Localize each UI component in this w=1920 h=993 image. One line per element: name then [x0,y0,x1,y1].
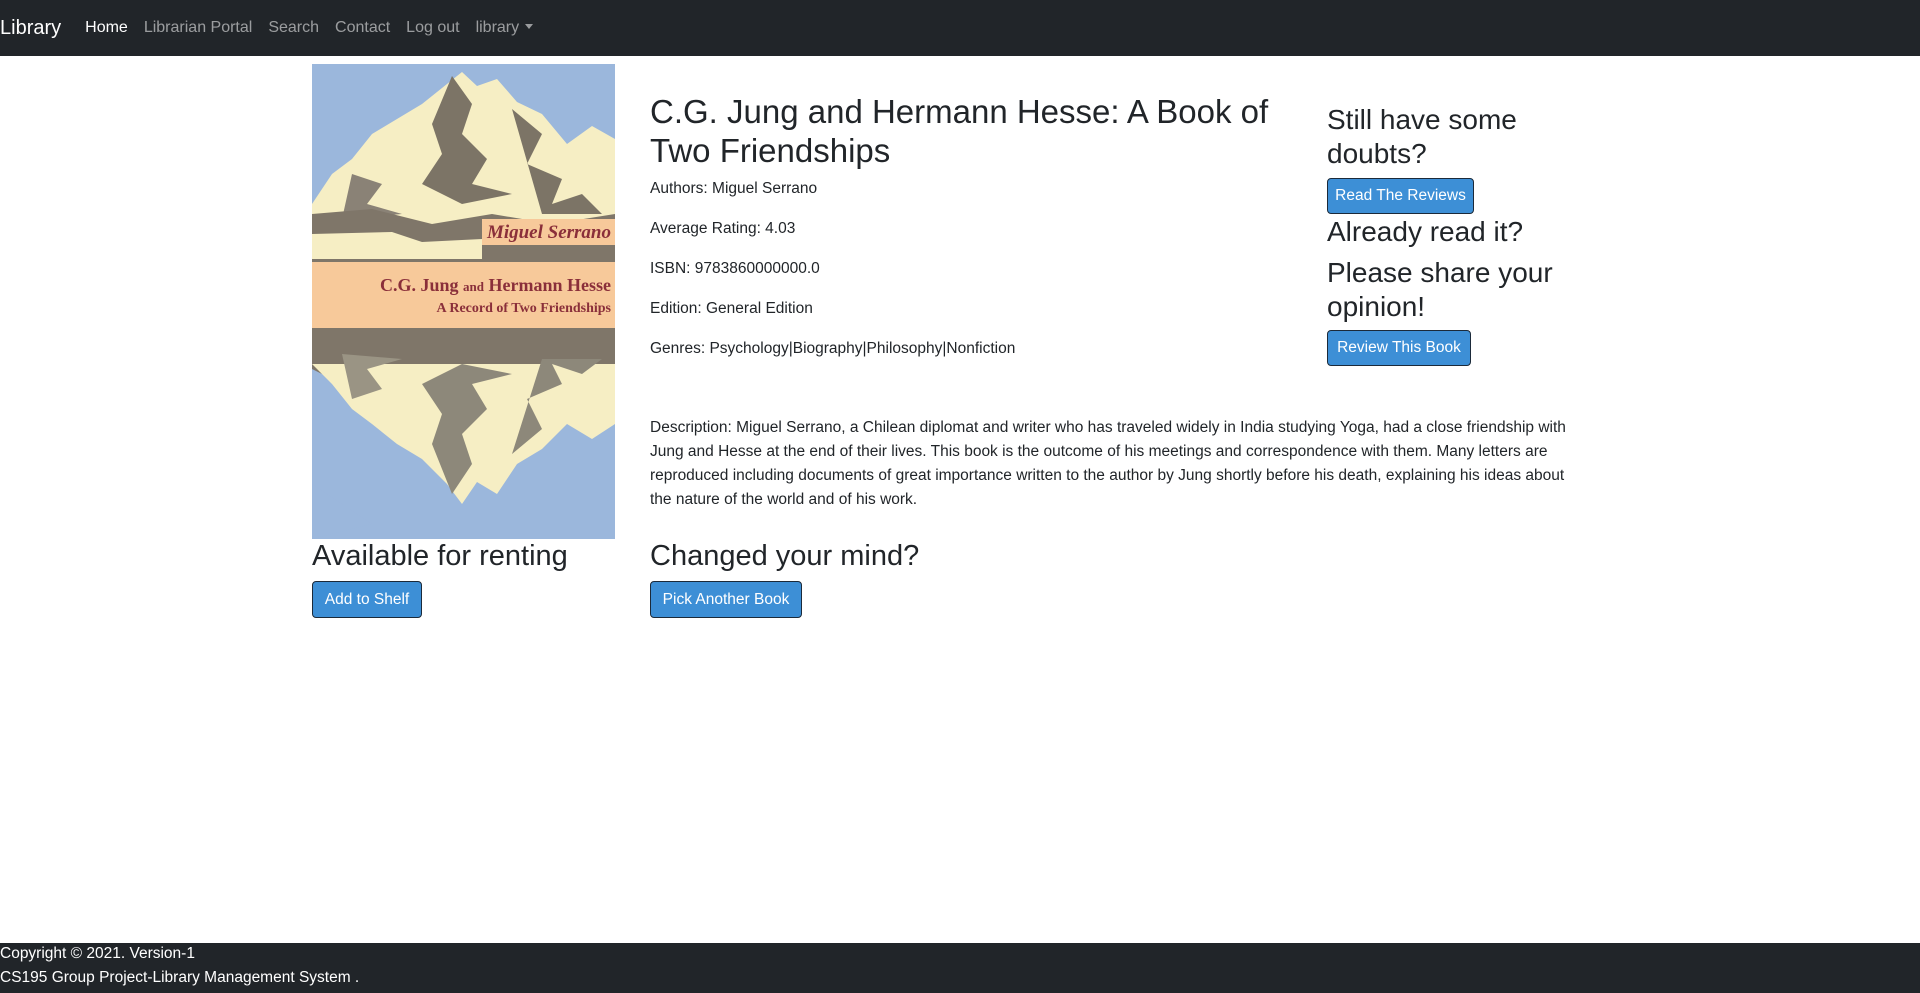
already-read-heading: Already read it? [1327,216,1524,247]
share-opinion-heading: Please share your opinion! [1327,257,1553,322]
nav-search[interactable]: Search [268,19,319,37]
review-book-button[interactable]: Review This Book [1327,330,1471,366]
nav-logout[interactable]: Log out [406,19,459,37]
nav-library-dropdown[interactable]: library [476,19,534,37]
cover-title-part2: Hermann Hesse [489,275,611,295]
pick-another-book-button[interactable]: Pick Another Book [650,581,802,618]
read-reviews-button[interactable]: Read The Reviews [1327,178,1474,214]
nav-home[interactable]: Home [85,19,128,37]
cover-subtitle: A Record of Two Friendships [437,301,612,316]
changed-mind-heading: Changed your mind? [650,540,920,572]
navbar-brand[interactable]: Library [0,17,61,40]
nav-contact[interactable]: Contact [335,19,390,37]
dropdown-label: library [475,19,520,36]
cover-author: Miguel Serrano [486,222,611,243]
cover-title-and: and [463,279,485,294]
available-heading: Available for renting [312,540,568,572]
footer-project: CS195 Group Project-Library Management S… [0,969,360,986]
footer-copyright: Copyright © 2021. Version-1 [0,945,195,962]
caret-down-icon [525,24,534,29]
book-authors: Authors: Miguel Serrano [650,180,818,197]
book-average-rating: Average Rating: 4.03 [650,220,796,237]
book-description: Description: Miguel Serrano, a Chilean d… [650,419,1566,508]
doubts-heading: Still have some doubts? [1327,104,1517,169]
book-edition: Edition: General Edition [650,300,813,317]
book-cover-image: Miguel Serrano C.G. Jung and Hermann Hes… [312,64,615,539]
page-footer: Copyright © 2021. Version-1 CS195 Group … [0,943,1920,993]
add-to-shelf-button[interactable]: Add to Shelf [312,581,422,618]
cover-title: C.G. Jung and Hermann Hesse [380,275,611,295]
book-isbn: ISBN: 9783860000000.0 [650,260,820,277]
nav-librarian-portal[interactable]: Librarian Portal [144,19,253,37]
top-navbar: Library Home Librarian Portal Search Con… [0,0,1920,56]
cover-title-part1: C.G. Jung [380,275,459,295]
book-title: C.G. Jung and Hermann Hesse: A Book of T… [650,93,1269,169]
book-genres: Genres: Psychology|Biography|Philosophy|… [650,340,1016,357]
